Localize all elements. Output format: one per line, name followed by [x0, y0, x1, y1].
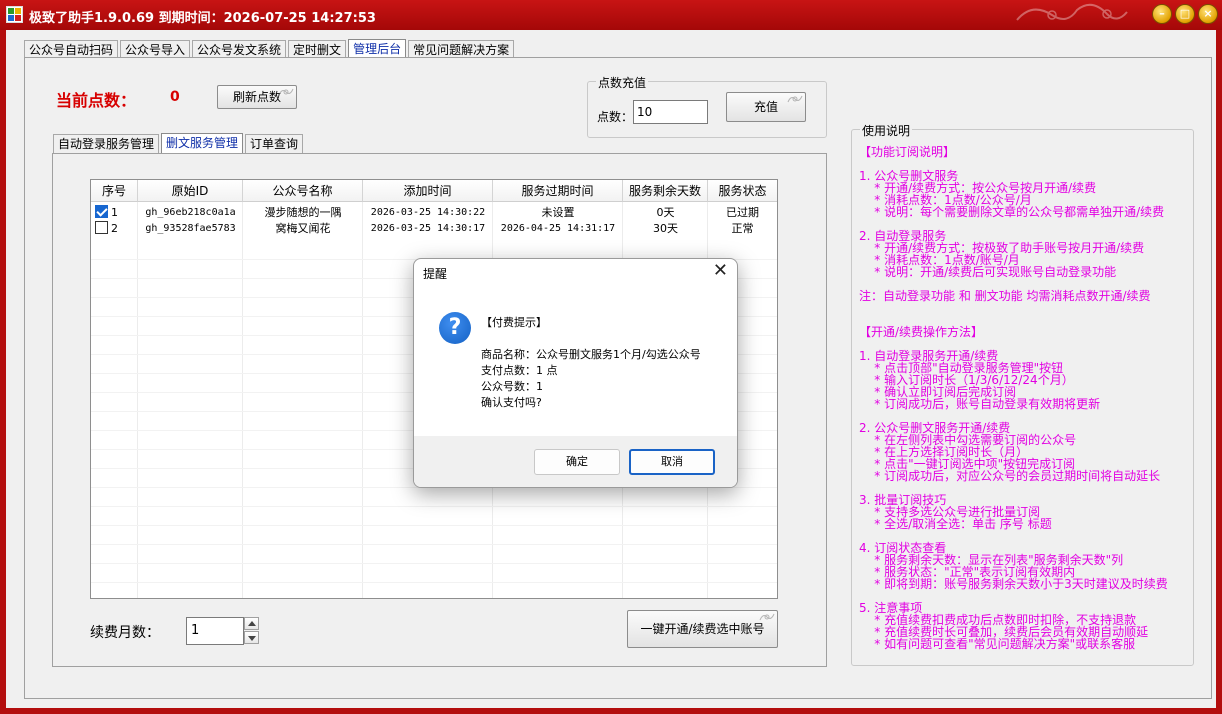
table-row[interactable]: 1 gh_96eb218c0a1a 漫步随想的一隅 2026-03-25 14:…: [91, 205, 777, 221]
column-header-name[interactable]: 公众号名称: [243, 180, 363, 202]
row-raw-id: gh_96eb218c0a1a: [145, 207, 236, 218]
help-group: 使用说明 【功能订阅说明】 1. 公众号删文服务 * 开通/续费方式：按公众号按…: [851, 122, 1194, 666]
dialog-product-line: 商品名称：公众号删文服务1个月/勾选公众号: [481, 348, 701, 361]
row-remaining: 30天: [653, 222, 678, 235]
row-remaining: 0天: [656, 206, 675, 219]
renew-selected-button[interactable]: 一键开通/续费选中账号: [627, 610, 778, 648]
recharge-button[interactable]: 充值: [726, 92, 806, 122]
dialog-cancel-button[interactable]: 取消: [629, 449, 715, 475]
row-index-cell[interactable]: 2: [91, 221, 138, 237]
row-name: 漫步随想的一隅: [264, 206, 342, 219]
column-header-expires[interactable]: 服务过期时间: [493, 180, 623, 202]
dialog-confirm-line: 确认支付吗?: [481, 396, 542, 409]
question-icon: ?: [439, 312, 471, 344]
app-icon: [6, 6, 23, 23]
column-header-remaining[interactable]: 服务剩余天数: [623, 180, 708, 202]
renew-months-label: 续费月数：: [90, 625, 160, 641]
column-header-added[interactable]: 添加时间: [363, 180, 493, 202]
dialog-close-icon[interactable]: ✕: [713, 260, 728, 281]
row-status: 已过期: [726, 206, 759, 219]
renew-months-spinner: [244, 617, 259, 645]
decorative-cloud-icon: [1016, 3, 1128, 21]
table-header: 序号 原始ID 公众号名称 添加时间 服务过期时间 服务剩余天数 服务状态: [91, 180, 777, 202]
table-row[interactable]: 2 gh_93528fae5783 窝梅又闻花 2026-03-25 14:30…: [91, 221, 777, 237]
client-area: 公众号自动扫码 公众号导入 公众号发文系统 定时删文 管理后台 常见问题解决方案…: [6, 30, 1216, 708]
row-added: 2026-03-25 14:30:22: [370, 207, 486, 218]
dialog-heading: 【付费提示】: [481, 316, 547, 329]
row-name: 窝梅又闻花: [275, 222, 331, 235]
column-header-status[interactable]: 服务状态: [708, 180, 777, 202]
renew-selected-label: 一键开通/续费选中账号: [640, 622, 765, 636]
row-index: 2: [111, 222, 118, 235]
title-bar: 极致了助手1.9.0.69 到期时间：2026-07-25 14:27:53 –…: [0, 0, 1222, 30]
maximize-icon: □: [1179, 7, 1191, 20]
points-value: 0: [170, 89, 180, 105]
payment-confirm-dialog: 提醒 ✕ ? 【付费提示】 商品名称：公众号删文服务1个月/勾选公众号 支付点数…: [413, 258, 738, 488]
close-icon: ×: [1203, 7, 1213, 20]
row-raw-id: gh_93528fae5783: [145, 223, 236, 234]
points-label: 当前点数：: [56, 91, 137, 110]
close-button[interactable]: ×: [1198, 4, 1218, 24]
row-expires: 2026-04-25 14:31:17: [500, 223, 616, 234]
column-header-raw-id[interactable]: 原始ID: [138, 180, 243, 202]
maximize-button[interactable]: □: [1175, 4, 1195, 24]
row-checkbox[interactable]: [95, 205, 108, 218]
window-title: 极致了助手1.9.0.69 到期时间：2026-07-25 14:27:53: [29, 11, 376, 26]
recharge-points-label: 点数：: [597, 110, 634, 124]
dialog-points-line: 支付点数：1 点: [481, 364, 558, 377]
row-index: 1: [111, 206, 118, 219]
dialog-title: 提醒: [423, 267, 448, 281]
dialog-count-line: 公众号数：1: [481, 380, 543, 393]
spin-down-icon[interactable]: [244, 631, 259, 644]
dialog-footer: 确定 取消: [414, 436, 737, 487]
tab-delete-service[interactable]: 删文服务管理: [161, 133, 244, 155]
renew-months-input[interactable]: 1: [186, 617, 244, 645]
tab-order-query[interactable]: 订单查询: [245, 134, 304, 154]
swirl-icon: [787, 95, 803, 103]
help-group-label: 使用说明: [860, 122, 913, 139]
refresh-points-button[interactable]: 刷新点数: [217, 85, 297, 109]
row-expires: 未设置: [541, 206, 575, 219]
minimize-button[interactable]: –: [1152, 4, 1172, 24]
sub-tab-strip: 自动登录服务管理 删文服务管理 订单查询: [53, 132, 305, 155]
refresh-points-label: 刷新点数: [232, 90, 281, 104]
spin-up-icon[interactable]: [244, 617, 259, 630]
swirl-icon: [759, 613, 775, 621]
recharge-group-label: 点数充值: [596, 74, 649, 91]
row-checkbox[interactable]: [95, 221, 108, 234]
row-added: 2026-03-25 14:30:17: [370, 223, 486, 234]
dialog-ok-button[interactable]: 确定: [534, 449, 620, 475]
row-status: 正常: [731, 222, 754, 235]
swirl-icon: [278, 88, 294, 96]
minimize-icon: –: [1159, 7, 1165, 20]
help-text: 【功能订阅说明】 1. 公众号删文服务 * 开通/续费方式：按公众号按月开通/续…: [859, 145, 1168, 651]
row-index-cell[interactable]: 1: [91, 205, 138, 221]
recharge-button-label: 充值: [753, 100, 778, 114]
recharge-points-input[interactable]: 10: [633, 100, 708, 124]
tab-auto-login-service[interactable]: 自动登录服务管理: [53, 134, 160, 154]
column-header-index[interactable]: 序号: [91, 180, 138, 202]
